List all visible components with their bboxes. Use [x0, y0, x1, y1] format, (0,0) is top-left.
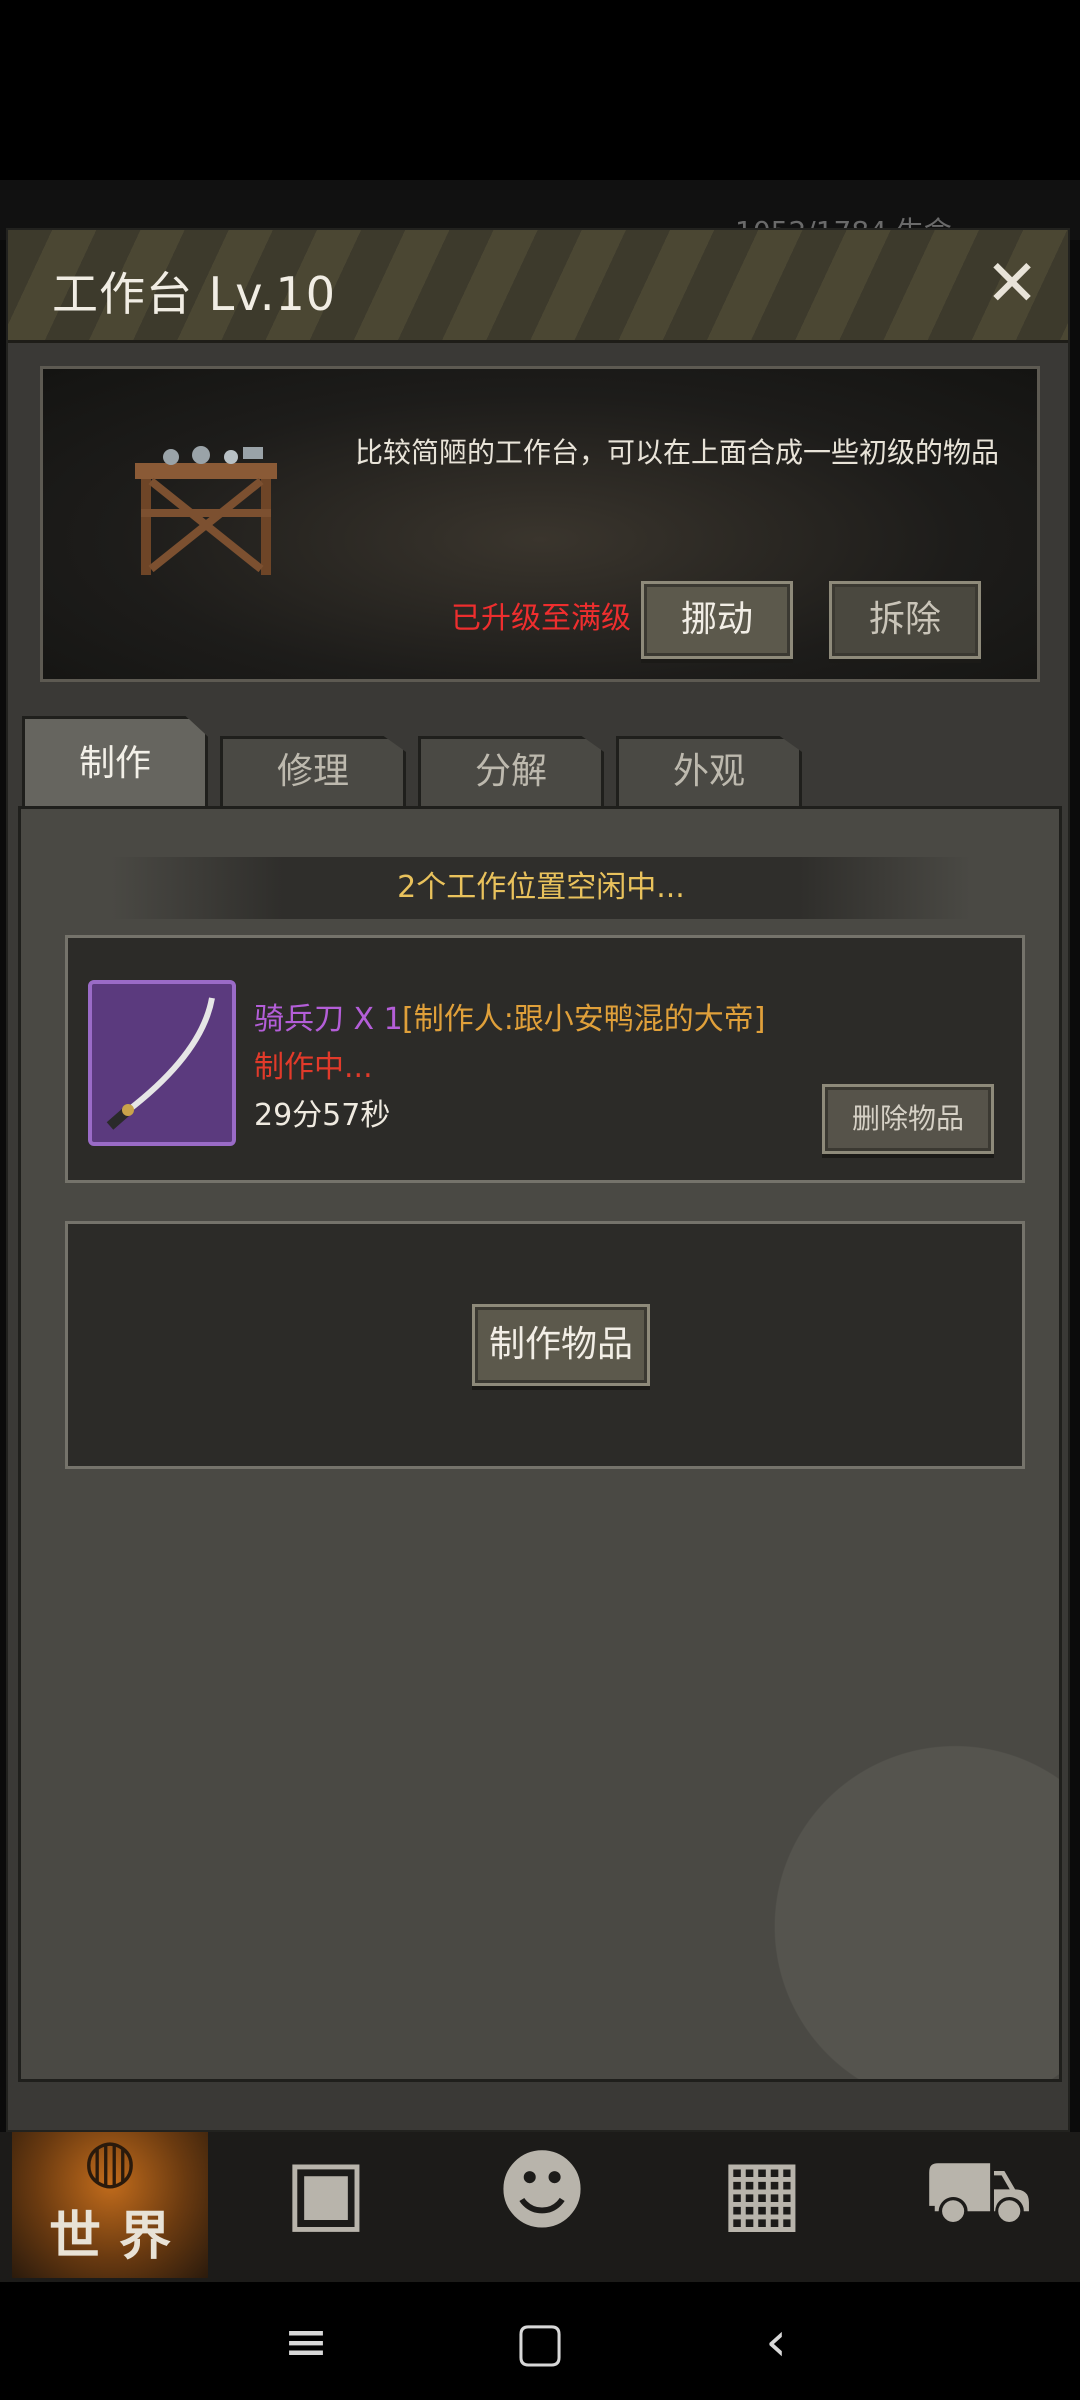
close-icon[interactable]: ✕: [982, 252, 1042, 316]
tab-repair[interactable]: 修理: [220, 736, 406, 808]
craft-timer: 29分57秒: [254, 1098, 391, 1133]
tab-craft[interactable]: 制作: [22, 716, 208, 810]
modal-header: 工作台 Lv.10 ✕: [8, 230, 1068, 343]
crafter-name: [制作人:跟小安鸭混的大帝]: [402, 1002, 766, 1037]
menu-icon[interactable]: ≡: [266, 2302, 346, 2382]
skill-head-icon[interactable]: ☻: [482, 2136, 602, 2246]
bottom-nav: ◍ 世 界 ▣ ☻ ▦ ⛟: [0, 2126, 1080, 2282]
modal-title: 工作台 Lv.10: [52, 267, 337, 321]
workbench-icon: [135, 446, 277, 575]
phone-icon[interactable]: ▦: [702, 2136, 822, 2246]
slot-status: 2个工作位置空闲中...: [111, 857, 971, 919]
nav-world-label: 世 界: [48, 2207, 172, 2267]
saber-icon: [88, 980, 236, 1146]
craft-content-panel: 2个工作位置空闲中... 骑兵刀 X 1 [制作人:跟小安鸭混的大帝] 制作中.…: [18, 806, 1062, 2082]
home-icon[interactable]: ▢: [500, 2302, 580, 2382]
crafting-state: 制作中...: [254, 1050, 373, 1085]
move-button[interactable]: 挪动: [641, 581, 793, 659]
back-icon[interactable]: ‹: [736, 2302, 816, 2382]
tab-bar: 制作 修理 分解 外观: [18, 716, 1058, 812]
globe-icon: ◍: [83, 2126, 137, 2196]
demolish-button[interactable]: 拆除: [829, 581, 981, 659]
backpack-icon[interactable]: ▣: [266, 2136, 386, 2246]
craft-item-button[interactable]: 制作物品: [472, 1304, 650, 1386]
cart-icon[interactable]: ⛟: [918, 2136, 1038, 2246]
workbench-description: 比较简陋的工作台，可以在上面合成一些初级的物品: [355, 436, 1000, 469]
max-level-text: 已升级至满级: [451, 601, 631, 636]
item-name: 骑兵刀 X 1: [254, 1002, 403, 1037]
nav-world[interactable]: ◍ 世 界: [12, 2126, 208, 2278]
tab-appearance[interactable]: 外观: [616, 736, 802, 808]
system-nav: ≡ ▢ ‹: [0, 2282, 1080, 2400]
delete-item-button[interactable]: 删除物品: [822, 1084, 994, 1154]
craft-slot-empty: 制作物品: [65, 1221, 1025, 1469]
workbench-info-panel: 比较简陋的工作台，可以在上面合成一些初级的物品 已升级至满级 挪动 拆除: [40, 366, 1040, 682]
workbench-modal: 工作台 Lv.10 ✕ 比较简陋的工作台，可以在上面合成一些初级的物品 已升级至…: [6, 228, 1070, 2132]
status-bar: [0, 0, 1080, 180]
craft-slot-active: 骑兵刀 X 1 [制作人:跟小安鸭混的大帝] 制作中... 29分57秒 删除物…: [65, 935, 1025, 1183]
tab-dismantle[interactable]: 分解: [418, 736, 604, 808]
